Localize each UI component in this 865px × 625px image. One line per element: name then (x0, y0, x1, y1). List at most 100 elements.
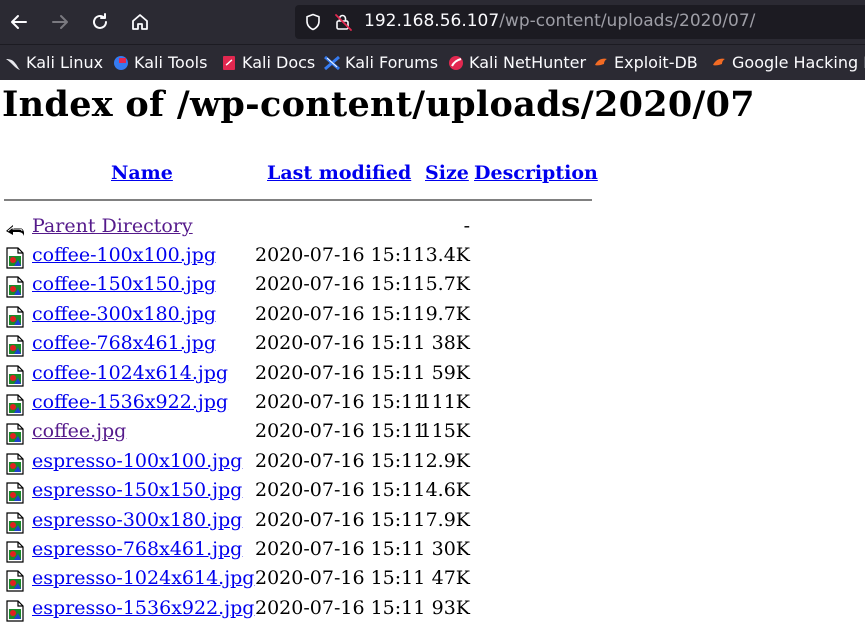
image-file-icon (6, 541, 24, 563)
file-last-modified: 2020-07-16 15:11 (255, 273, 426, 296)
file-link[interactable]: espresso-1536x922.jpg (32, 597, 254, 619)
file-row: espresso-150x150.jpg 2020-07-16 15:11 4.6K (0, 478, 600, 507)
bookmark-label: Kali Tools (134, 53, 208, 72)
image-file-icon (6, 247, 24, 269)
file-size: 111K (419, 391, 470, 413)
file-row: coffee-1536x922.jpg 2020-07-16 15:11 111K (0, 390, 600, 419)
parent-size: - (463, 215, 470, 237)
image-file-icon (6, 306, 24, 328)
bookmark-label: Exploit-DB (614, 53, 698, 72)
parent-directory-link[interactable]: Parent Directory (32, 215, 193, 237)
file-last-modified: 2020-07-16 15:11 (255, 361, 426, 384)
file-link[interactable]: espresso-150x150.jpg (32, 479, 242, 501)
image-file-icon (6, 482, 24, 504)
kali-docs-icon (223, 55, 235, 70)
file-row: espresso-100x100.jpg 2020-07-16 15:11 2.9K (0, 449, 600, 478)
forward-button[interactable] (46, 8, 74, 36)
bookmark-kali-linux[interactable]: Kali Linux (5, 53, 103, 72)
file-row: coffee.jpg 2020-07-16 15:11 115K (0, 419, 600, 448)
file-link[interactable]: coffee-300x180.jpg (32, 303, 216, 325)
file-link[interactable]: coffee-150x150.jpg (32, 273, 216, 295)
home-button[interactable] (126, 8, 154, 36)
file-size: 4.6K (425, 479, 470, 502)
browser-toolbar: 192.168.56.107/wp-content/uploads/2020/0… (0, 0, 865, 44)
reload-button[interactable] (86, 8, 114, 36)
file-last-modified: 2020-07-16 15:11 (255, 244, 426, 266)
kali-tools-icon (114, 55, 128, 70)
nethunter-icon (449, 55, 463, 70)
file-size: 5.7K (425, 273, 470, 296)
file-size: 59K (431, 361, 470, 384)
file-last-modified: 2020-07-16 15:11 (255, 596, 426, 619)
file-last-modified: 2020-07-16 15:11 (255, 332, 426, 355)
kali-forums-icon (324, 55, 340, 70)
file-size: 2.9K (425, 449, 470, 472)
sort-by-size-link[interactable]: Size (425, 162, 469, 184)
file-last-modified: 2020-07-16 15:11 (255, 391, 426, 413)
file-row: espresso-768x461.jpg 2020-07-16 15:11 30K (0, 537, 600, 566)
file-row: coffee-100x100.jpg 2020-07-16 15:11 3.4K (0, 243, 600, 272)
file-link[interactable]: coffee.jpg (32, 420, 126, 442)
file-row: coffee-1024x614.jpg 2020-07-16 15:11 59K (0, 361, 600, 390)
bookmark-google-hacking[interactable]: Google Hacking D (711, 53, 865, 72)
reload-icon (93, 13, 107, 29)
bookmark-label: Kali Forums (345, 53, 439, 72)
file-last-modified: 2020-07-16 15:11 (255, 567, 426, 590)
image-file-icon (6, 364, 24, 387)
file-size: 47K (431, 567, 470, 590)
image-file-icon (6, 394, 24, 416)
image-file-icon (6, 423, 24, 445)
file-row: coffee-768x461.jpg 2020-07-16 15:11 38K (0, 331, 600, 360)
back-folder-icon (6, 225, 24, 236)
url-path: /wp-content/uploads/2020/07/ (499, 11, 756, 31)
bookmark-label: Kali Docs (242, 53, 316, 72)
bookmark-label: Google Hacking D (732, 53, 865, 72)
header-divider (4, 199, 592, 201)
home-icon (132, 14, 148, 30)
bookmark-kali-docs[interactable]: Kali Docs (221, 53, 315, 72)
file-last-modified: 2020-07-16 15:11 (255, 538, 426, 560)
tracking-protection-shield-icon (306, 13, 320, 31)
file-last-modified: 2020-07-16 15:11 (255, 479, 426, 502)
sort-by-last-modified-link[interactable]: Last modified (267, 162, 411, 184)
image-file-icon (6, 570, 24, 592)
file-link[interactable]: espresso-300x180.jpg (32, 509, 242, 531)
arrow-left-icon (11, 15, 27, 29)
url-bar[interactable]: 192.168.56.107/wp-content/uploads/2020/0… (295, 5, 865, 39)
back-button[interactable] (5, 8, 33, 36)
file-size: 115K (419, 420, 470, 443)
file-link[interactable]: coffee-100x100.jpg (32, 244, 216, 266)
url-text[interactable]: 192.168.56.107/wp-content/uploads/2020/0… (364, 11, 755, 31)
file-row: espresso-1536x922.jpg 2020-07-16 15:11 93K (0, 596, 600, 625)
bookmark-label: Kali NetHunter (469, 53, 587, 72)
bookmark-kali-tools[interactable]: Kali Tools (113, 53, 207, 72)
sort-by-description-link[interactable]: Description (474, 162, 598, 184)
bookmark-kali-forums[interactable]: Kali Forums (324, 53, 438, 72)
file-size: 38K (431, 332, 470, 355)
arrow-right-icon (52, 15, 68, 29)
file-row: espresso-1024x614.jpg 2020-07-16 15:11 47K (0, 566, 600, 595)
kali-dragon-icon (6, 58, 20, 70)
image-file-icon (6, 453, 24, 475)
file-link[interactable]: espresso-100x100.jpg (32, 450, 242, 472)
ghdb-icon (713, 58, 725, 65)
insecure-lock-icon (335, 14, 352, 31)
bookmark-kali-nethunter[interactable]: Kali NetHunter (448, 53, 586, 72)
file-link[interactable]: coffee-1024x614.jpg (32, 362, 228, 384)
image-file-icon (6, 276, 24, 298)
parent-directory-row: Parent Directory - (0, 214, 600, 243)
file-size: 93K (431, 596, 470, 619)
bookmark-label: Kali Linux (26, 53, 104, 72)
file-row: espresso-300x180.jpg 2020-07-16 15:11 7.9K (0, 508, 600, 537)
file-last-modified: 2020-07-16 15:11 (255, 508, 426, 531)
file-link[interactable]: coffee-768x461.jpg (32, 332, 216, 354)
file-link[interactable]: espresso-1024x614.jpg (32, 567, 254, 589)
url-host: 192.168.56.107 (364, 11, 500, 31)
file-link[interactable]: espresso-768x461.jpg (32, 538, 242, 560)
file-last-modified: 2020-07-16 15:11 (255, 449, 426, 472)
page-title: Index of /wp-content/uploads/2020/07 (2, 84, 755, 125)
file-link[interactable]: coffee-1536x922.jpg (32, 391, 228, 413)
sort-by-name-link[interactable]: Name (111, 162, 173, 184)
file-last-modified: 2020-07-16 15:11 (255, 302, 426, 325)
bookmark-exploit-db[interactable]: Exploit-DB (593, 53, 698, 72)
